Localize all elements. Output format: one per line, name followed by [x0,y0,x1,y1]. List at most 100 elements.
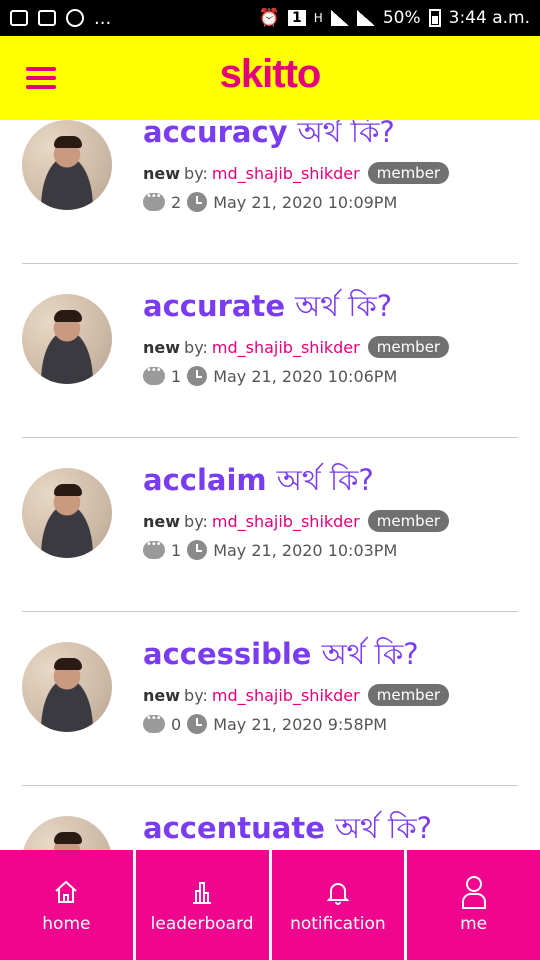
by-label: by: [184,163,208,183]
question-suffix: অর্থ কি? [321,637,419,671]
question-title[interactable]: accessible অর্থ কি? [143,632,419,681]
status-bar-right: ⏰ 1 H 50% 3:44 a.m. [259,8,530,28]
network-type: H [313,11,323,25]
nav-home-label: home [42,914,91,934]
question-suffix: অর্থ কি? [297,120,395,149]
status-bar: ... ⏰ 1 H 50% 3:44 a.m. [0,0,540,36]
alarm-icon: ⏰ [258,8,281,28]
by-label: by: [184,337,208,357]
bottom-navigation: home leaderboard notification me [0,850,540,960]
post-datetime: May 21, 2020 10:03PM [213,540,398,560]
comment-count: 1 [171,540,182,560]
role-badge: member [367,684,450,706]
author-link[interactable]: md_shajib_shikder [212,338,360,357]
question-feed[interactable]: accuracy অর্থ কি? new by: md_shajib_shik… [0,120,540,850]
user-avatar[interactable] [22,816,112,850]
question-title[interactable]: accurate অর্থ কি? [143,284,392,333]
question-stats: 1 May 21, 2020 10:06PM [143,365,398,386]
avatar-hair [54,832,82,844]
avatar-hair [54,658,82,670]
question-word: accentuate [143,811,325,845]
clock-time: 3:44 a.m. [448,8,530,28]
nav-notification-label: notification [290,914,386,934]
status-label: new [143,337,181,357]
comment-count: 1 [171,366,182,386]
leaderboard-icon [189,876,215,908]
nav-me-button[interactable]: me [407,850,540,960]
user-avatar[interactable] [22,468,112,558]
question-word: acclaim [143,463,267,497]
question-meta: new by: md_shajib_shikder member [143,162,450,184]
comment-icon [143,365,165,385]
question-meta: new by: md_shajib_shikder member [143,336,450,358]
camera-notification-icon [38,10,56,26]
app-logo[interactable]: skitto [0,52,540,97]
messenger-notification-icon [66,9,84,27]
nav-leaderboard-label: leaderboard [150,914,254,934]
comment-icon [143,713,165,733]
user-icon [460,876,488,909]
by-label: by: [184,511,208,531]
comment-count: 2 [171,192,182,212]
role-badge: member [367,510,450,532]
clock-icon [187,192,208,212]
sim-indicator: 1 [288,10,306,26]
status-label: new [143,511,181,531]
battery-percent: 50% [382,8,421,28]
nav-leaderboard-button[interactable]: leaderboard [135,850,269,960]
question-suffix: অর্থ কি? [334,811,433,845]
nav-home-button[interactable]: home [0,850,133,960]
post-datetime: May 21, 2020 10:06PM [213,366,398,386]
question-item[interactable]: acclaim অর্থ কি? new by: md_shajib_shikd… [22,438,518,612]
comment-count: 0 [171,714,182,734]
avatar-hair [54,484,82,496]
question-suffix: অর্থ কি? [295,289,393,323]
signal-icon [330,10,349,26]
question-item[interactable]: accurate অর্থ কি? new by: md_shajib_shik… [22,264,518,438]
user-avatar[interactable] [22,120,112,210]
question-title[interactable]: accentuate অর্থ কি? [143,806,432,850]
comment-icon [143,539,165,559]
author-link[interactable]: md_shajib_shikder [212,686,360,705]
question-meta: new by: md_shajib_shikder member [143,684,450,706]
question-stats: 0 May 21, 2020 9:58PM [143,713,388,734]
avatar-hair [54,136,82,148]
question-word: accurate [143,289,285,323]
feed-list: accuracy অর্থ কি? new by: md_shajib_shik… [0,120,540,850]
post-datetime: May 21, 2020 10:09PM [213,192,398,212]
question-item[interactable]: accentuate অর্থ কি? [22,786,518,850]
more-notifications: ... [94,7,112,29]
user-avatar[interactable] [22,294,112,384]
signal-icon-2 [356,10,375,26]
question-stats: 1 May 21, 2020 10:03PM [143,539,398,560]
question-word: accuracy [143,120,288,149]
status-label: new [143,685,181,705]
nav-notification-button[interactable]: notification [271,850,405,960]
user-avatar[interactable] [22,642,112,732]
clock-icon [187,540,208,560]
bell-icon [325,876,351,908]
role-badge: member [367,162,450,184]
question-title[interactable]: accuracy অর্থ কি? [143,120,395,159]
question-meta: new by: md_shajib_shikder member [143,510,450,532]
post-datetime: May 21, 2020 9:58PM [213,714,388,734]
author-link[interactable]: md_shajib_shikder [212,512,360,531]
question-stats: 2 May 21, 2020 10:09PM [143,191,398,212]
role-badge: member [367,336,450,358]
question-word: accessible [143,637,312,671]
battery-icon [428,9,441,27]
question-title[interactable]: acclaim অর্থ কি? [143,458,374,507]
question-item[interactable]: accuracy অর্থ কি? new by: md_shajib_shik… [22,120,518,264]
author-link[interactable]: md_shajib_shikder [212,164,360,183]
question-item[interactable]: accessible অর্থ কি? new by: md_shajib_sh… [22,612,518,786]
nav-me-label: me [460,914,488,934]
comment-icon [143,191,165,211]
home-icon [53,876,79,908]
clock-icon [187,714,208,734]
app-header: skitto [0,36,540,120]
avatar-hair [54,310,82,322]
status-label: new [143,163,181,183]
question-suffix: অর্থ কি? [276,463,374,497]
status-bar-left: ... [10,8,111,29]
clock-icon [187,366,208,386]
